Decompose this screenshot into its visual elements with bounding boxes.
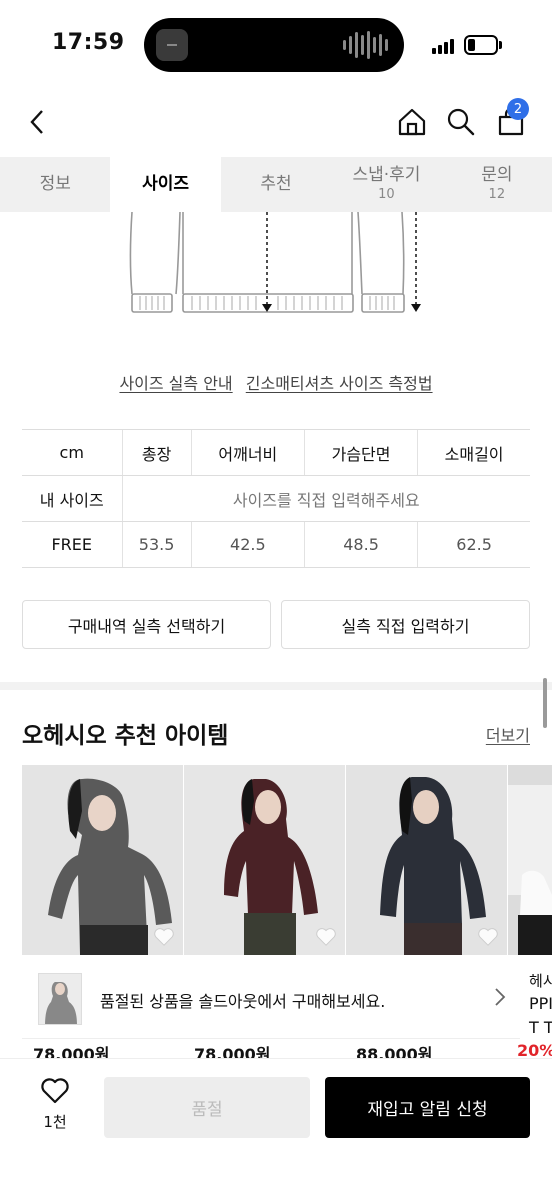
side-product-name: T T (529, 1018, 552, 1037)
tab-qna[interactable]: 문의 12 (442, 157, 552, 212)
tab-label: 문의 (481, 165, 513, 186)
size-value: 42.5 (190, 521, 305, 568)
status-bar: 17:59 (0, 0, 552, 90)
scroll-indicator[interactable] (543, 678, 547, 728)
measure-buttons: 구매내역 실측 선택하기 실측 직접 입력하기 (22, 600, 530, 649)
direct-input-button[interactable]: 실측 직접 입력하기 (281, 600, 530, 649)
product-card[interactable] (508, 765, 552, 955)
product-card[interactable] (184, 765, 345, 955)
tab-count: 10 (378, 186, 395, 202)
tab-size[interactable]: 사이즈 (110, 157, 221, 212)
recommend-title: 오헤시오 추천 아이템 (22, 723, 229, 749)
size-diagram (129, 212, 421, 313)
my-size-row[interactable]: 내 사이즈 사이즈를 직접 입력해주세요 (22, 475, 530, 522)
soldout-thumbnail (38, 973, 82, 1025)
unit-cell: cm (22, 429, 122, 476)
app-header: 2 (0, 96, 552, 152)
dynamic-island (144, 18, 404, 72)
soldout-banner[interactable]: 품절된 상품을 솔드아웃에서 구매해보세요. (22, 957, 520, 1039)
size-table: cm 총장 어깨너비 가슴단면 소매길이 내 사이즈 사이즈를 직접 입력해주세… (22, 429, 530, 568)
side-product-brand: 헤시 (529, 972, 552, 990)
column-header: 총장 (121, 429, 192, 476)
home-icon (398, 108, 426, 136)
detail-tabs: 정보 사이즈 추천 스냅·후기 10 문의 12 (0, 157, 552, 212)
product-card[interactable] (22, 765, 183, 955)
heart-icon (41, 1078, 69, 1104)
tab-info[interactable]: 정보 (0, 157, 110, 212)
table-header-row: cm 총장 어깨너비 가슴단면 소매길이 (22, 429, 530, 476)
size-value: 48.5 (303, 521, 418, 568)
side-product-name: PPI (529, 994, 552, 1013)
tab-count: 12 (488, 186, 506, 202)
size-value: 62.5 (417, 521, 530, 568)
column-header: 소매길이 (417, 429, 530, 476)
more-link[interactable]: 더보기 (486, 722, 530, 746)
signal-icon (432, 38, 454, 54)
tab-label: 스냅·후기 (352, 165, 421, 186)
measure-method-link[interactable]: 긴소매티셔츠 사이즈 측정법 (246, 374, 433, 393)
heart-icon[interactable] (153, 927, 175, 947)
status-time: 17:59 (52, 30, 125, 55)
soldout-message: 품절된 상품을 솔드아웃에서 구매해보세요. (100, 992, 386, 1011)
product-carousel[interactable] (22, 765, 552, 955)
battery-tip (499, 41, 502, 49)
size-name: FREE (22, 521, 122, 568)
heart-icon[interactable] (315, 927, 337, 947)
column-header: 가슴단면 (303, 429, 418, 476)
bottom-action-bar: 1천 품절 재입고 알림 신청 (0, 1058, 552, 1200)
tab-label: 사이즈 (142, 173, 190, 194)
tab-label: 추천 (260, 173, 292, 194)
cart-button[interactable]: 2 (491, 98, 531, 142)
tab-label: 정보 (39, 173, 71, 194)
size-value: 53.5 (121, 521, 192, 568)
column-header: 어깨너비 (190, 429, 305, 476)
like-count: 1천 (43, 1113, 67, 1131)
home-button[interactable] (392, 102, 432, 142)
size-guide-links: 사이즈 실측 안내 긴소매티셔츠 사이즈 측정법 (0, 370, 552, 394)
heart-icon[interactable] (477, 927, 499, 947)
soldout-button: 품절 (104, 1077, 310, 1138)
table-row: FREE 53.5 42.5 48.5 62.5 (22, 521, 530, 568)
tab-snap-review[interactable]: 스냅·후기 10 (331, 157, 441, 212)
battery-icon (464, 35, 498, 55)
like-button[interactable]: 1천 (30, 1077, 80, 1132)
purchase-history-button[interactable]: 구매내역 실측 선택하기 (22, 600, 271, 649)
product-image (508, 765, 552, 955)
app-icon (156, 29, 188, 61)
restock-alert-button[interactable]: 재입고 알림 신청 (325, 1077, 530, 1138)
size-guide-link[interactable]: 사이즈 실측 안내 (119, 374, 232, 393)
chevron-right-icon (495, 988, 506, 1006)
chevron-left-icon (30, 110, 43, 134)
search-button[interactable] (441, 102, 481, 142)
back-button[interactable] (18, 102, 58, 142)
cart-badge: 2 (507, 98, 529, 120)
my-size-label: 내 사이즈 (22, 475, 122, 522)
search-icon (447, 108, 475, 136)
my-size-input-hint[interactable]: 사이즈를 직접 입력해주세요 (121, 475, 530, 522)
section-divider (0, 682, 552, 690)
tab-recommend[interactable]: 추천 (221, 157, 331, 212)
product-card[interactable] (346, 765, 507, 955)
waveform-icon (343, 31, 388, 59)
